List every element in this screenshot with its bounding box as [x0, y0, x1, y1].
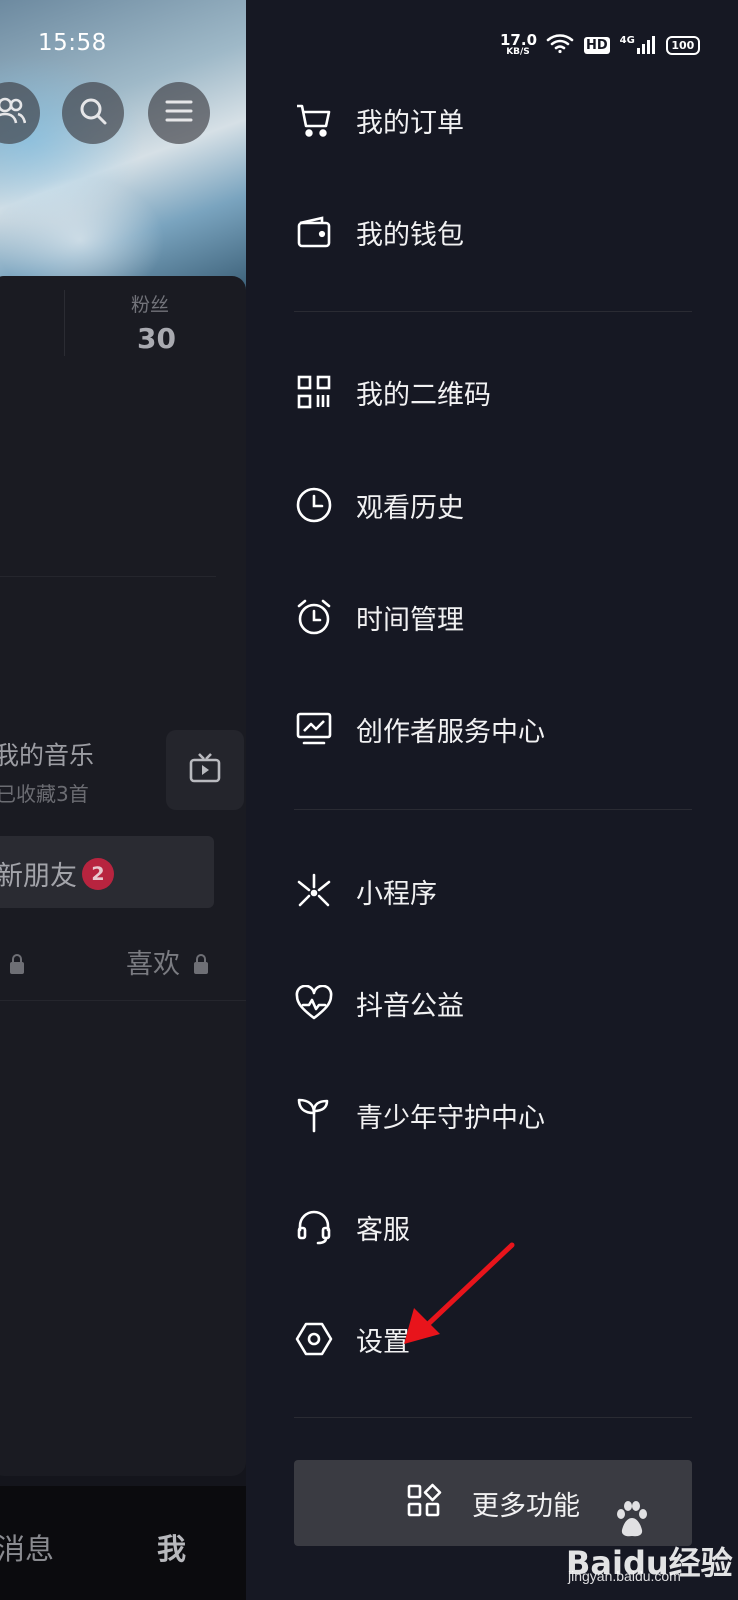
monitor-chart-icon — [294, 709, 334, 749]
menu-label: 创作者服务中心 — [356, 716, 545, 748]
new-friends-label: 新朋友 — [0, 861, 77, 892]
tab-likes[interactable]: 喜欢 — [126, 942, 180, 981]
menu-divider — [294, 311, 692, 312]
notification-badge: 2 — [82, 858, 114, 890]
menu-label: 我的订单 — [356, 107, 464, 139]
heart-charity-icon — [294, 983, 334, 1023]
network-speed: 17.0 KB/S — [500, 31, 538, 57]
grid-apps-icon — [406, 1483, 442, 1523]
menu-item-time-management[interactable]: 时间管理 — [294, 582, 694, 652]
menu-label: 时间管理 — [356, 604, 464, 636]
menu-item-orders[interactable]: 我的订单 — [294, 85, 694, 155]
menu-item-youth-protection[interactable]: 青少年守护中心 — [294, 1080, 694, 1150]
mini-program-icon — [294, 871, 334, 911]
nav-messages[interactable]: 消息 — [0, 1526, 54, 1568]
status-bar: 17.0 KB/S HD 4G 100 — [500, 30, 700, 60]
more-features-label: 更多功能 — [472, 1490, 580, 1522]
menu-item-creator-center[interactable]: 创作者服务中心 — [294, 694, 694, 764]
headset-icon — [294, 1207, 334, 1247]
hd-badge: HD — [584, 36, 610, 54]
baidu-watermark: Baidu经验 jingyan.baidu.com — [566, 1500, 736, 1596]
profile-banner-image — [0, 0, 246, 290]
tv-icon — [188, 752, 222, 788]
paw-logo-icon — [617, 1501, 647, 1537]
lock-icon — [10, 954, 24, 974]
lock-icon — [194, 954, 208, 974]
fans-label: 粉丝 — [131, 294, 170, 316]
wallet-icon — [294, 212, 334, 252]
menu-label: 小程序 — [356, 878, 437, 910]
profile-page-background: 15:58 粉丝 30 我的音乐 已收藏3首 新朋友 2 喜欢 消息 我 — [0, 0, 246, 1600]
fans-count[interactable]: 30 — [137, 322, 176, 355]
alarm-icon — [294, 597, 334, 637]
menu-item-history[interactable]: 观看历史 — [294, 470, 694, 540]
battery-indicator: 100 — [665, 35, 700, 55]
stat-divider — [64, 290, 65, 356]
hamburger-icon — [164, 98, 194, 128]
menu-item-mini-programs[interactable]: 小程序 — [294, 856, 694, 926]
menu-label: 我的钱包 — [356, 219, 464, 251]
menu-item-charity[interactable]: 抖音公益 — [294, 968, 694, 1038]
menu-button[interactable] — [148, 82, 210, 144]
divider — [0, 576, 216, 577]
friends-icon — [0, 96, 27, 130]
annotation-arrow-icon — [404, 1242, 515, 1344]
menu-divider — [294, 1417, 692, 1418]
wifi-icon — [546, 32, 574, 58]
search-button[interactable] — [62, 82, 124, 144]
menu-divider — [294, 809, 692, 810]
nav-me[interactable]: 我 — [157, 1526, 186, 1568]
watermark-url: jingyan.baidu.com — [568, 1568, 681, 1584]
music-subtitle: 已收藏3首 — [0, 782, 89, 806]
menu-label: 青少年守护中心 — [356, 1102, 545, 1134]
status-time: 15:58 — [38, 30, 107, 56]
menu-item-wallet[interactable]: 我的钱包 — [294, 197, 694, 267]
tv-button[interactable] — [166, 730, 244, 810]
search-icon — [77, 95, 109, 131]
menu-label: 抖音公益 — [356, 990, 464, 1022]
hexagon-settings-icon — [294, 1319, 334, 1359]
menu-item-qrcode[interactable]: 我的二维码 — [294, 357, 694, 427]
signal-icon: 4G — [620, 35, 656, 55]
qrcode-icon — [294, 372, 334, 412]
divider — [0, 1000, 246, 1001]
menu-label: 我的二维码 — [356, 379, 491, 411]
sprout-icon — [294, 1095, 334, 1135]
clock-icon — [294, 485, 334, 525]
cart-icon — [294, 100, 334, 140]
menu-label: 观看历史 — [356, 492, 464, 524]
music-title[interactable]: 我的音乐 — [0, 736, 94, 772]
